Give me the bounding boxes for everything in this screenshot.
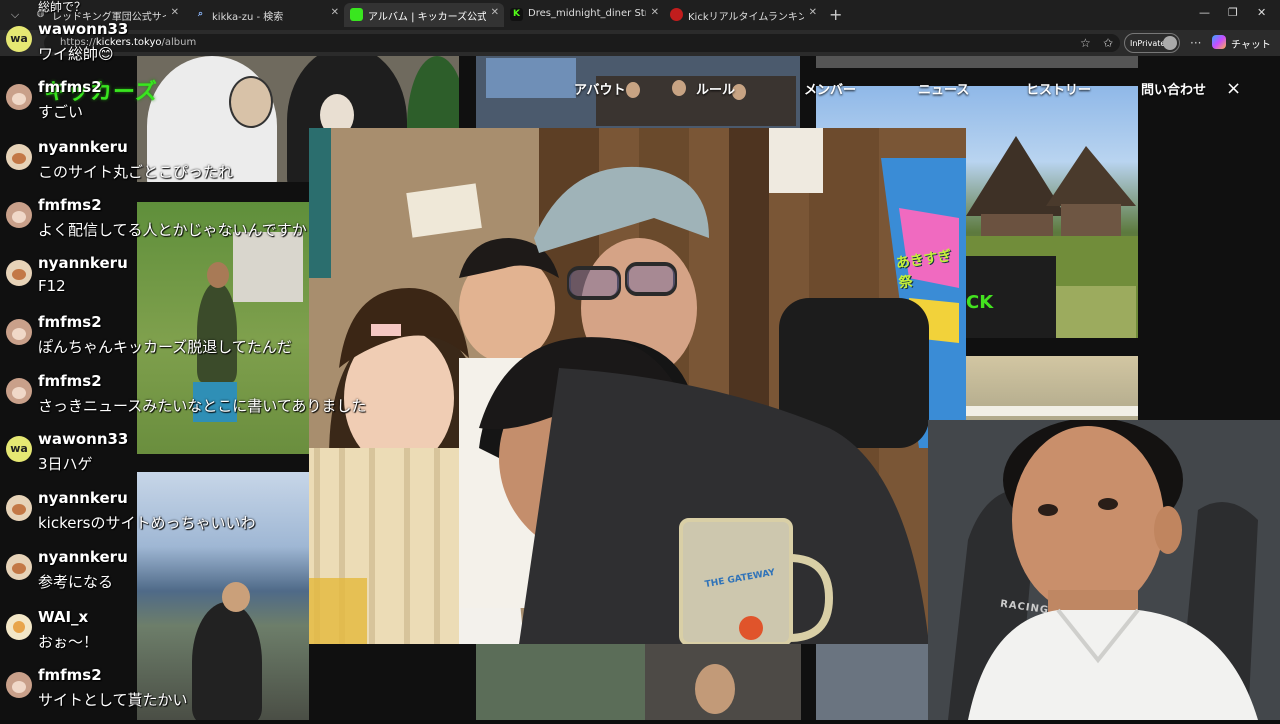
chat-button[interactable]: チャット xyxy=(1231,36,1271,51)
chat-text: 3日ハゲ xyxy=(38,455,93,473)
chat-message: fmfms2 サイトとして貰たかい xyxy=(0,666,330,724)
chat-message: fmfms2 さっきニュースみたいなとこに書いてありました xyxy=(0,372,366,430)
nav-history[interactable]: ヒストリー xyxy=(1026,79,1091,98)
chat-text: サイトとして貰たかい xyxy=(38,691,188,709)
chat-text: F12 xyxy=(38,277,66,295)
kickers-icon xyxy=(350,8,363,21)
maximize-icon[interactable]: ❐ xyxy=(1228,6,1238,19)
chat-message: nyannkeru このサイト丸ごとこぴったれ xyxy=(0,138,330,196)
nav-news[interactable]: ニュース xyxy=(918,79,969,98)
chat-username: WAI_x xyxy=(38,608,89,626)
chat-text: すごい xyxy=(38,103,84,121)
chat-username: nyannkeru xyxy=(38,489,128,507)
chat-message: fmfms2 すごい xyxy=(0,78,330,136)
chat-username: fmfms2 xyxy=(38,78,102,96)
chat-text: kickersのサイトめっちゃいいわ xyxy=(38,514,256,532)
tab-title: Kickリアルタイムランキング | 配信者別 xyxy=(688,12,804,23)
close-tab-icon[interactable]: ✕ xyxy=(651,7,659,18)
nav-members[interactable]: メンバー xyxy=(804,79,856,98)
user-avatar xyxy=(6,554,32,580)
user-avatar xyxy=(6,672,32,698)
chat-text: ワイ総帥😊 xyxy=(38,45,114,63)
nav-about[interactable]: アバウト xyxy=(574,79,625,98)
tab-stream[interactable]: K Dres_midnight_diner Stream - Wat ✕ xyxy=(504,3,664,27)
tab-ranking[interactable]: Kickリアルタイムランキング | 配信者別 ✕ xyxy=(664,3,822,27)
kick-icon: K xyxy=(510,8,523,21)
user-avatar xyxy=(6,614,32,640)
album-photo[interactable]: CK xyxy=(966,256,1056,338)
chat-username: fmfms2 xyxy=(38,666,102,684)
chat-message: WAI_x おぉ～！ xyxy=(0,608,330,666)
chat-username: nyannkeru xyxy=(38,548,128,566)
close-lightbox-icon[interactable]: × xyxy=(1226,78,1241,99)
close-tab-icon[interactable]: ✕ xyxy=(491,7,499,18)
chat-message: nyannkeru kickersのサイトめっちゃいいわ xyxy=(0,489,330,547)
chat-username: fmfms2 xyxy=(38,313,102,331)
copilot-icon[interactable] xyxy=(1212,35,1226,49)
chat-username: fmfms2 xyxy=(38,372,102,390)
chat-message: nyannkeru F12 xyxy=(0,254,330,312)
close-tab-icon[interactable]: ✕ xyxy=(331,7,339,18)
streamer-webcam: RACING xyxy=(928,420,1280,720)
minimize-icon[interactable]: — xyxy=(1199,6,1210,19)
chat-message: nyannkeru 参考になる xyxy=(0,548,330,606)
album-photo[interactable] xyxy=(476,644,648,720)
favorites-list-icon[interactable]: ✩ xyxy=(1103,36,1113,50)
chat-message: fmfms2 ぽんちゃんキッカーズ脱退してたんだ xyxy=(0,313,330,371)
profile-avatar xyxy=(1163,36,1177,50)
tab-title: Dres_midnight_diner Stream - Wat xyxy=(528,8,646,19)
chat-username: nyannkeru xyxy=(38,138,128,156)
ranking-icon xyxy=(670,8,683,21)
chat-cutoff-text: 総帥で？ xyxy=(38,0,87,14)
favorite-star-icon[interactable]: ☆ xyxy=(1080,36,1091,50)
inprivate-label: InPrivate xyxy=(1130,39,1166,48)
user-avatar xyxy=(6,495,32,521)
chat-text: 参考になる xyxy=(38,573,114,591)
album-photo[interactable] xyxy=(816,56,1138,68)
user-avatar xyxy=(6,319,32,345)
chat-text: ぽんちゃんキッカーズ脱退してたんだ xyxy=(38,338,292,356)
close-tab-icon[interactable]: ✕ xyxy=(171,7,179,18)
shirt-print: CK xyxy=(966,292,994,313)
user-avatar xyxy=(6,144,32,170)
chat-message: fmfms2 よく配信してる人とかじゃないんですか xyxy=(0,196,330,254)
user-avatar xyxy=(6,260,32,286)
new-tab-icon[interactable]: + xyxy=(829,5,842,24)
album-photo[interactable] xyxy=(816,644,928,720)
nav-rules[interactable]: ルール xyxy=(696,79,735,98)
chat-text: さっきニュースみたいなとこに書いてありました xyxy=(38,397,367,415)
nav-contact[interactable]: 問い合わせ xyxy=(1141,79,1206,98)
tab-album[interactable]: アルバム | キッカーズ公式サイト ✕ xyxy=(344,3,504,27)
chat-message: wa wawonn33 ワイ総帥😊 xyxy=(0,20,330,78)
user-avatar xyxy=(6,202,32,228)
album-photo[interactable] xyxy=(645,644,801,720)
chat-text: おぉ～！ xyxy=(38,633,99,651)
chat-text: このサイト丸ごとこぴったれ xyxy=(38,163,234,181)
user-avatar xyxy=(6,84,32,110)
more-options-icon[interactable]: ··· xyxy=(1190,36,1201,50)
chat-username: nyannkeru xyxy=(38,254,128,272)
chat-username: wawonn33 xyxy=(38,430,129,448)
chat-text: よく配信してる人とかじゃないんですか xyxy=(38,221,307,239)
close-tab-icon[interactable]: ✕ xyxy=(809,7,817,18)
close-window-icon[interactable]: ✕ xyxy=(1257,6,1266,19)
user-avatar: wa xyxy=(6,26,32,52)
chat-username: wawonn33 xyxy=(38,20,129,38)
user-avatar xyxy=(6,378,32,404)
user-avatar: wa xyxy=(6,436,32,462)
chat-username: fmfms2 xyxy=(38,196,102,214)
inprivate-badge[interactable]: InPrivate xyxy=(1124,33,1180,53)
stream-chat-overlay: 総帥で？ wa wawonn33 ワイ総帥😊 fmfms2 すごい nyannk… xyxy=(0,0,366,720)
tab-title: アルバム | キッカーズ公式サイト xyxy=(368,12,486,23)
chat-message: wa wawonn33 3日ハゲ xyxy=(0,430,330,488)
lightbox-photo[interactable]: あきすぎ祭 THE GATEWAY xyxy=(309,128,966,644)
